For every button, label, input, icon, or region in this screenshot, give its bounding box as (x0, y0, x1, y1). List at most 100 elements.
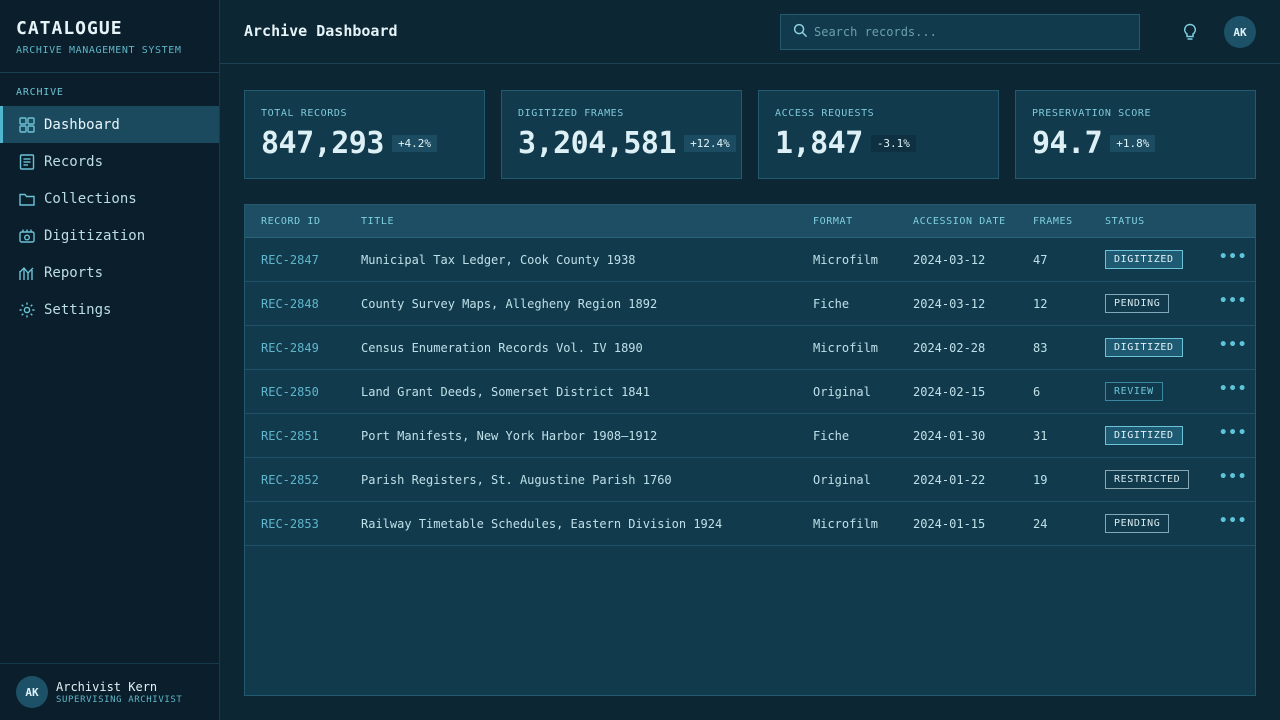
user-profile[interactable]: AK Archivist Kern SUPERVISING ARCHIVIST (0, 663, 219, 720)
column-header-status[interactable]: STATUS (1105, 216, 1145, 227)
sidebar-item-digitization[interactable]: Digitization (0, 217, 219, 254)
table-row[interactable]: REC-2852 Parish Registers, St. Augustine … (245, 458, 1255, 502)
sidebar: CATALOGUE ARCHIVE MANAGEMENT SYSTEM ARCH… (0, 0, 220, 720)
table-header: RECORD ID TITLE FORMAT ACCESSION DATE FR… (245, 205, 1255, 238)
record-frames: 6 (1033, 385, 1041, 399)
sidebar-item-settings[interactable]: Settings (0, 291, 219, 328)
gear-icon (18, 301, 36, 319)
search-input[interactable] (814, 25, 1114, 39)
table-row[interactable]: REC-2850 Land Grant Deeds, Somerset Distr… (245, 370, 1255, 414)
more-options-icon[interactable]: ••• (1219, 293, 1247, 309)
record-accession-date: 2024-01-22 (913, 473, 986, 487)
sidebar-item-reports[interactable]: Reports (0, 254, 219, 291)
column-header-frames[interactable]: FRAMES (1033, 216, 1073, 227)
column-header-title[interactable]: TITLE (361, 216, 394, 227)
stat-delta: -3.1% (870, 135, 916, 152)
stat-value: 3,204,581 (518, 126, 677, 161)
more-options-icon[interactable]: ••• (1219, 381, 1247, 397)
status-badge: RESTRICTED (1105, 470, 1190, 489)
sidebar-item-dashboard[interactable]: Dashboard (0, 106, 219, 143)
table-row[interactable]: REC-2847 Municipal Tax Ledger, Cook Count… (245, 238, 1255, 282)
record-format: Microfilm (813, 341, 879, 355)
brand-title: CATALOGUE (16, 18, 123, 39)
record-frames: 24 (1033, 517, 1048, 531)
stat-value: 847,293 (261, 126, 384, 161)
record-format: Fiche (813, 297, 850, 311)
record-format: Microfilm (813, 517, 879, 531)
search-icon (793, 23, 808, 42)
table-row[interactable]: REC-2849 Census Enumeration Records Vol. … (245, 326, 1255, 370)
record-id-link[interactable]: REC-2849 (261, 341, 319, 355)
stat-delta: +4.2% (391, 135, 438, 152)
status-badge: PENDING (1105, 294, 1170, 313)
table-row[interactable]: REC-2853 Railway Timetable Schedules, Eas… (245, 502, 1255, 546)
search-box[interactable] (780, 14, 1140, 50)
record-title: Land Grant Deeds, Somerset District 1841 (361, 385, 650, 399)
record-frames: 47 (1033, 253, 1048, 267)
stat-label: ACCESS REQUESTS (775, 108, 875, 119)
record-accession-date: 2024-01-15 (913, 517, 986, 531)
record-frames: 12 (1033, 297, 1048, 311)
folder-icon (18, 190, 36, 208)
more-options-icon[interactable]: ••• (1219, 337, 1247, 353)
brand: CATALOGUE ARCHIVE MANAGEMENT SYSTEM (0, 0, 219, 73)
record-id-link[interactable]: REC-2850 (261, 385, 319, 399)
record-id-link[interactable]: REC-2852 (261, 473, 319, 487)
stat-label: PRESERVATION SCORE (1032, 108, 1152, 119)
status-badge: PENDING (1105, 514, 1170, 533)
record-id-link[interactable]: REC-2848 (261, 297, 319, 311)
sidebar-item-label: Digitization (44, 227, 146, 244)
record-id-link[interactable]: REC-2847 (261, 253, 319, 267)
stat-card-digitized-frames: DIGITIZED FRAMES 3,204,581 +12.4% (501, 90, 742, 179)
record-frames: 83 (1033, 341, 1048, 355)
table-row[interactable]: REC-2851 Port Manifests, New York Harbor … (245, 414, 1255, 458)
status-badge: REVIEW (1105, 382, 1163, 401)
table-row[interactable]: REC-2848 County Survey Maps, Allegheny Re… (245, 282, 1255, 326)
more-options-icon[interactable]: ••• (1219, 469, 1247, 485)
records-table: RECORD ID TITLE FORMAT ACCESSION DATE FR… (244, 204, 1256, 696)
document-icon (18, 153, 36, 171)
sidebar-item-label: Collections (44, 190, 137, 207)
status-badge: DIGITIZED (1105, 426, 1183, 445)
user-name: Archivist Kern (56, 679, 158, 694)
status-badge: DIGITIZED (1105, 250, 1183, 269)
sidebar-item-label: Dashboard (44, 116, 120, 133)
record-id-link[interactable]: REC-2851 (261, 429, 319, 443)
record-title: Municipal Tax Ledger, Cook County 1938 (361, 253, 636, 267)
scanner-icon (18, 227, 36, 245)
more-options-icon[interactable]: ••• (1219, 425, 1247, 441)
more-options-icon[interactable]: ••• (1219, 513, 1247, 529)
top-header: Archive Dashboard AK (220, 0, 1280, 64)
record-accession-date: 2024-02-28 (913, 341, 986, 355)
status-badge: DIGITIZED (1105, 338, 1183, 357)
page-title: Archive Dashboard (244, 22, 398, 40)
record-title: Port Manifests, New York Harbor 1908–191… (361, 429, 658, 443)
record-format: Original (813, 385, 871, 399)
stat-card-access-requests: ACCESS REQUESTS 1,847 -3.1% (758, 90, 999, 179)
record-title: Railway Timetable Schedules, Eastern Div… (361, 517, 723, 531)
record-format: Microfilm (813, 253, 879, 267)
sidebar-item-records[interactable]: Records (0, 143, 219, 180)
sidebar-item-collections[interactable]: Collections (0, 180, 219, 217)
brand-subtitle: ARCHIVE MANAGEMENT SYSTEM (16, 45, 182, 56)
sidebar-item-label: Reports (44, 264, 104, 281)
column-header-accession-date[interactable]: ACCESSION DATE (913, 216, 1006, 227)
record-accession-date: 2024-03-12 (913, 253, 986, 267)
stat-value: 1,847 (775, 126, 863, 161)
record-id-link[interactable]: REC-2853 (261, 517, 319, 531)
record-accession-date: 2024-03-12 (913, 297, 986, 311)
stat-label: DIGITIZED FRAMES (518, 108, 624, 119)
grid-icon (18, 116, 36, 134)
chart-icon (18, 264, 36, 282)
table-body: REC-2847 Municipal Tax Ledger, Cook Count… (245, 238, 1255, 546)
stat-card-total-records: TOTAL RECORDS 847,293 +4.2% (244, 90, 485, 179)
sidebar-item-label: Settings (44, 301, 112, 318)
stat-value: 94.7 (1032, 126, 1103, 161)
column-header-format[interactable]: FORMAT (813, 216, 853, 227)
record-accession-date: 2024-02-15 (913, 385, 986, 399)
column-header-record-id[interactable]: RECORD ID (261, 216, 321, 227)
record-format: Fiche (813, 429, 850, 443)
more-options-icon[interactable]: ••• (1219, 249, 1247, 265)
header-avatar[interactable]: AK (1224, 16, 1256, 48)
lightbulb-icon[interactable] (1180, 22, 1200, 42)
